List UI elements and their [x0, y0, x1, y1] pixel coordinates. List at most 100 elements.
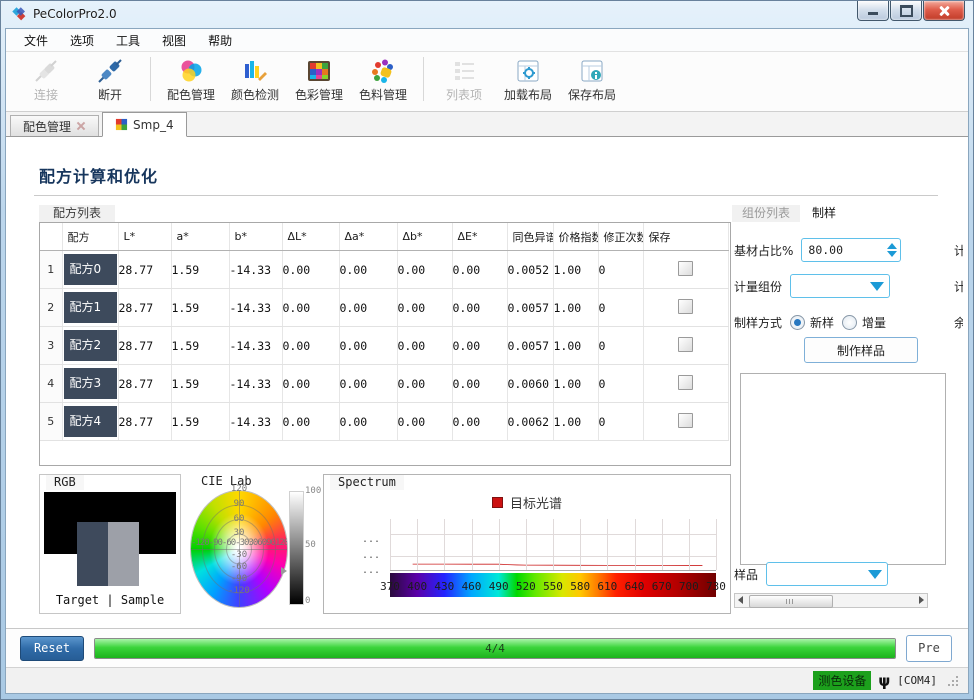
toolbar-button-color-match[interactable]: 配色管理 [159, 55, 223, 105]
spectrum-caption: Spectrum [330, 475, 404, 490]
menu-item-1[interactable]: 选项 [60, 30, 104, 51]
list-items-icon [450, 57, 478, 85]
menu-item-2[interactable]: 工具 [106, 30, 150, 51]
column-header-index [40, 223, 63, 251]
method-option-new[interactable]: 新样 [790, 314, 834, 331]
toolbar-button-color-detect[interactable]: 颜色检测 [223, 55, 287, 105]
base-ratio-spinner[interactable]: 80.00 [801, 238, 902, 262]
menu-item-4[interactable]: 帮助 [198, 30, 242, 51]
cell-price: 1.00 [553, 364, 599, 403]
colorant-manage-icon [369, 57, 397, 85]
cell-da: 0.00 [339, 288, 398, 327]
app-icon [11, 6, 27, 22]
cielab-b-axis-label: -60 [230, 562, 248, 572]
table-row[interactable]: 3 配方2 28.77 1.59 -14.33 0.00 0.00 0.00 0.00 0.005… [40, 326, 729, 365]
toolbar-button-label: 配色管理 [166, 88, 215, 102]
load-layout-icon [514, 57, 542, 85]
com-port-label: [COM4] [897, 674, 937, 687]
column-header-4: ΔL* [282, 223, 340, 251]
sample-row: 样品 [734, 561, 889, 587]
method-row: 制样方式 新样 增量 [734, 309, 886, 335]
spectrum-panel: Spectrum 目标光谱 370 400 430 460 490 520 550 580 61… [323, 474, 731, 614]
maximize-button[interactable] [890, 1, 922, 21]
menu-item-0[interactable]: 文件 [14, 30, 58, 51]
base-ratio-label: 基材占比% [734, 243, 794, 258]
tab-make-sample[interactable]: 制样 [802, 205, 847, 224]
legend-label: 目标光谱 [509, 497, 562, 512]
y-tick-label: ... [362, 564, 381, 576]
spectrum-legend: 目标光谱 [324, 493, 730, 512]
radio-unselected-icon[interactable] [842, 314, 858, 330]
cell-L: 28.77 [118, 402, 172, 441]
cell-b: -14.33 [229, 288, 283, 327]
toolbar-button-save-layout[interactable]: 保存布局 [560, 55, 624, 105]
table-row[interactable]: 5 配方4 28.77 1.59 -14.33 0.00 0.00 0.00 0.00 0.006… [40, 402, 729, 441]
tab-smp4[interactable]: Smp_4 [102, 112, 187, 137]
cell-metamerism: 0.0052 [507, 250, 554, 289]
scrollbar-thumb[interactable] [749, 595, 833, 608]
save-checkbox[interactable] [678, 412, 693, 428]
toolbar-button-load-layout[interactable]: 加载布局 [496, 55, 560, 105]
resize-grip[interactable] [948, 676, 958, 686]
cell-a: 1.59 [171, 288, 230, 327]
reset-button[interactable]: Reset [20, 635, 84, 661]
save-checkbox[interactable] [678, 374, 693, 390]
component-dropdown[interactable] [790, 274, 891, 298]
close-button[interactable] [923, 1, 965, 21]
toolbar-button-color-manage[interactable]: 色彩管理 [287, 55, 351, 105]
cell-dL: 0.00 [282, 288, 340, 327]
spectrum-gridline-v [553, 519, 554, 570]
tab-label: Smp_4 [133, 117, 174, 132]
menu-item-3[interactable]: 视图 [152, 30, 196, 51]
toolbar-button-colorant-manage[interactable]: 色料管理 [351, 55, 415, 105]
x-tick-label: 580 [570, 580, 591, 593]
cell-b: -14.33 [229, 326, 283, 365]
method-option-increment[interactable]: 增量 [842, 314, 886, 331]
tab-color-management[interactable]: 配色管理 [10, 115, 100, 136]
sample-list-box[interactable] [740, 373, 946, 565]
save-cell [643, 364, 729, 403]
lightness-bar [289, 491, 304, 605]
toolbar-button-disconnect[interactable]: 断开 [78, 55, 142, 105]
pre-button[interactable]: Pre [906, 634, 952, 662]
x-tick-label: 400 [407, 580, 428, 593]
spectrum-gridline-v [498, 519, 500, 570]
x-tick-label: 610 [597, 580, 618, 593]
table-row[interactable]: 4 配方3 28.77 1.59 -14.33 0.00 0.00 0.00 0.00 0.006… [40, 364, 729, 403]
x-tick-label: 640 [624, 580, 645, 593]
sample-dropdown[interactable] [766, 562, 889, 586]
cell-metamerism: 0.0060 [507, 364, 554, 403]
scroll-right-icon[interactable] [919, 596, 924, 604]
cell-dE: 0.00 [452, 364, 508, 403]
base-ratio-row: 基材占比% 80.00 [734, 237, 902, 263]
rgb-panel: RGB Target | Sample [39, 474, 181, 614]
table-row[interactable]: 1 配方0 28.77 1.59 -14.33 0.00 0.00 0.00 0.00 0.005… [40, 250, 729, 289]
maximize-icon [899, 4, 913, 17]
spectrum-gridline-v [688, 519, 690, 570]
tab-close-icon[interactable] [76, 121, 86, 131]
cell-a: 1.59 [171, 250, 230, 289]
app-window: PeColorPro2.0 文件 选项 工具 视图 帮助 连接 断开 配色管理 颜色检测 色彩管… [0, 0, 974, 700]
cielab-b-axis-label: -30 [230, 550, 248, 560]
cell-dE: 0.00 [452, 250, 508, 289]
save-checkbox[interactable] [678, 260, 693, 276]
spinner-arrows-icon[interactable] [884, 239, 900, 261]
spectrum-gridline-v [580, 519, 582, 570]
scroll-left-icon[interactable] [738, 596, 743, 604]
minimize-button[interactable] [857, 1, 889, 21]
save-checkbox[interactable] [678, 298, 693, 314]
target-swatch [77, 522, 108, 586]
x-tick-label: 490 [488, 580, 509, 593]
radio-label: 增量 [862, 315, 887, 330]
radio-selected-icon[interactable] [790, 314, 806, 330]
horizontal-scrollbar[interactable] [734, 593, 928, 608]
table-row[interactable]: 2 配方1 28.77 1.59 -14.33 0.00 0.00 0.00 0.00 0.005… [40, 288, 729, 327]
cell-dL: 0.00 [282, 250, 340, 289]
cell-db: 0.00 [397, 402, 453, 441]
save-checkbox[interactable] [678, 336, 693, 352]
disconnect-icon [96, 57, 124, 85]
right-panel-tabs: 组份列表 制样 [732, 205, 847, 224]
tab-component-list[interactable]: 组份列表 [732, 205, 801, 222]
row-index: 4 [40, 364, 63, 403]
make-sample-button[interactable]: 制作样品 [804, 337, 918, 363]
